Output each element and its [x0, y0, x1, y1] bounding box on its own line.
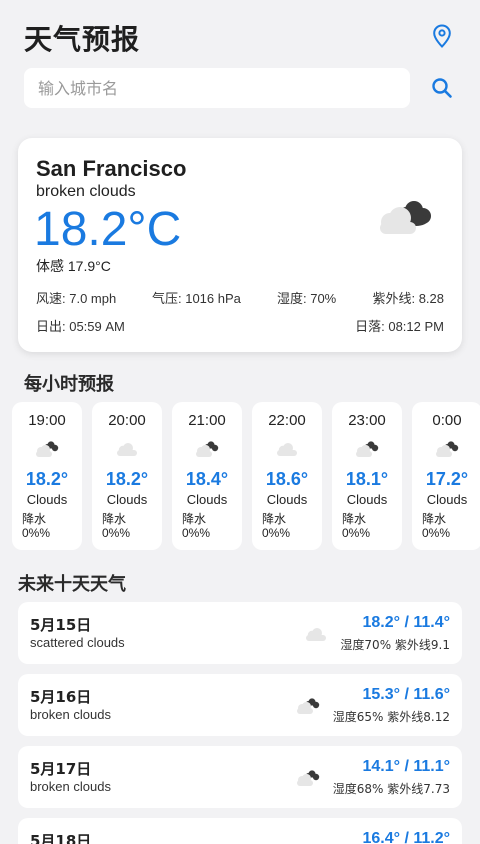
- broken-clouds-icon: [380, 201, 431, 234]
- broken-clouds-icon: [193, 438, 221, 458]
- sunset: 日落: 08:12 PM: [355, 319, 444, 334]
- location-button[interactable]: [428, 22, 456, 50]
- day-date: 5月17日: [30, 760, 92, 778]
- day-date: 5月15日: [30, 616, 92, 634]
- day-temperatures: 16.4° / 11.2°: [362, 830, 450, 844]
- day-date: 5月16日: [30, 688, 92, 706]
- cloud-icon: [113, 438, 141, 458]
- hourly-card: 19:00 18.2° Clouds 降水 0%%: [12, 402, 82, 550]
- precip-label: 降水: [102, 512, 127, 526]
- day-details: 湿度70% 紫外线9.1: [340, 638, 450, 652]
- hour-condition: Clouds: [426, 492, 468, 507]
- day-temperatures: 15.3° / 11.6°: [362, 686, 450, 703]
- day-description: broken clouds: [30, 779, 111, 794]
- sun-times: 日出: 05:59 AM 日落: 08:12 PM: [36, 316, 444, 334]
- pressure: 气压: 1016 hPa: [152, 291, 241, 306]
- search-icon: [432, 78, 452, 98]
- day-temperatures: 14.1° / 11.1°: [362, 758, 450, 775]
- broken-clouds-icon: [294, 695, 322, 715]
- current-temperature: 18.2°C: [34, 203, 182, 256]
- hourly-card: 21:00 18.4° Clouds 降水 0%%: [172, 402, 242, 550]
- day-temperatures: 18.2° / 11.4°: [362, 614, 450, 631]
- hour-condition: Clouds: [346, 492, 388, 507]
- hourly-card: 20:00 18.2° Clouds 降水 0%%: [92, 402, 162, 550]
- location-pin-icon: [433, 24, 451, 48]
- precip-value: 0%%: [22, 526, 51, 540]
- precip-label: 降水: [342, 512, 367, 526]
- hourly-card: 23:00 18.1° Clouds 降水 0%%: [332, 402, 402, 550]
- hour-temperature: 18.6°: [265, 469, 309, 489]
- hour-time: 20:00: [108, 412, 146, 429]
- day-description: scattered clouds: [30, 635, 125, 650]
- precip-value: 0%%: [422, 526, 451, 540]
- hour-temperature: 18.2°: [105, 469, 149, 489]
- daily-title: 未来十天天气: [18, 574, 126, 595]
- hour-condition: Clouds: [266, 492, 308, 507]
- hour-temperature: 18.4°: [185, 469, 229, 489]
- day-description: broken clouds: [30, 707, 111, 722]
- hour-condition: Clouds: [186, 492, 228, 507]
- city-name: San Francisco: [36, 156, 187, 181]
- hour-temperature: 17.2°: [425, 469, 469, 489]
- sunrise: 日出: 05:59 AM: [36, 319, 125, 334]
- precip-value: 0%%: [182, 526, 211, 540]
- hourly-card: 0:00 17.2° Clouds 降水 0%%: [412, 402, 480, 550]
- precip-value: 0%%: [102, 526, 131, 540]
- day-date: 5月18日: [30, 832, 92, 844]
- uv-index: 紫外线: 8.28: [372, 291, 444, 306]
- hour-temperature: 18.1°: [345, 469, 389, 489]
- search-button[interactable]: [428, 74, 456, 102]
- hour-time: 22:00: [268, 412, 306, 429]
- daily-card[interactable]: 5月18日 16.4° / 11.2°: [18, 818, 462, 844]
- hour-time: 23:00: [348, 412, 386, 429]
- hourly-title: 每小时预报: [24, 374, 114, 395]
- search-bar: [24, 68, 456, 108]
- precip-value: 0%%: [262, 526, 291, 540]
- hour-temperature: 18.2°: [25, 469, 69, 489]
- sun-icon: [294, 839, 322, 844]
- precip-label: 降水: [182, 512, 207, 526]
- hourly-forecast-list[interactable]: 19:00 18.2° Clouds 降水 0%% 20:00 18.2° Clouds 降水 0…: [12, 402, 480, 550]
- app-title: 天气预报: [24, 23, 141, 56]
- precip-value: 0%%: [342, 526, 371, 540]
- current-description: broken clouds: [36, 183, 136, 200]
- broken-clouds-icon: [353, 438, 381, 458]
- precip-label: 降水: [22, 512, 47, 526]
- feels-like: 体感 17.9°C: [36, 258, 111, 274]
- daily-card[interactable]: 5月15日 scattered clouds 18.2° / 11.4° 湿度70% …: [18, 602, 462, 664]
- hour-condition: Clouds: [26, 492, 68, 507]
- search-input[interactable]: [24, 68, 410, 108]
- precip-label: 降水: [422, 512, 447, 526]
- daily-card[interactable]: 5月16日 broken clouds 15.3° / 11.6° 湿度65% 紫外线…: [18, 674, 462, 736]
- broken-clouds-icon: [294, 767, 322, 787]
- day-details: 湿度65% 紫外线8.12: [332, 710, 450, 724]
- wind-speed: 风速: 7.0 mph: [36, 291, 117, 306]
- broken-clouds-icon: [33, 438, 61, 458]
- daily-card[interactable]: 5月17日 broken clouds 14.1° / 11.1° 湿度68% 紫外线…: [18, 746, 462, 808]
- broken-clouds-icon: [433, 438, 461, 458]
- hour-time: 21:00: [188, 412, 226, 429]
- hour-time: 19:00: [28, 412, 66, 429]
- app-header: 天气预报: [24, 16, 456, 58]
- day-details: 湿度68% 紫外线7.73: [332, 782, 450, 796]
- humidity: 湿度: 70%: [277, 291, 337, 306]
- precip-label: 降水: [262, 512, 287, 526]
- hour-time: 0:00: [432, 412, 462, 429]
- hourly-card: 22:00 18.6° Clouds 降水 0%%: [252, 402, 322, 550]
- hour-condition: Clouds: [106, 492, 148, 507]
- cloud-icon: [273, 438, 301, 458]
- current-weather-card: San Francisco broken clouds 18.2°C 体感 17…: [18, 138, 462, 352]
- current-metrics: 风速: 7.0 mph 气压: 1016 hPa 湿度: 70% 紫外线: 8.…: [36, 288, 444, 306]
- cloud-icon: [302, 623, 330, 643]
